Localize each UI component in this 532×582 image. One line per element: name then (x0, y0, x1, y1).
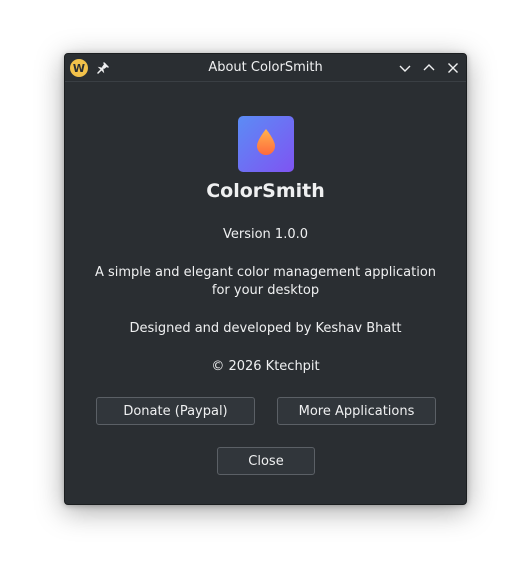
more-applications-button[interactable]: More Applications (277, 397, 436, 425)
copyright-text: © 2026 Ktechpit (211, 359, 320, 374)
version-label: Version 1.0.0 (222, 227, 308, 242)
about-dialog: W About ColorSmith ColorSmith Version 1.… (64, 53, 467, 505)
close-icon[interactable] (445, 60, 461, 76)
app-name: ColorSmith (206, 180, 325, 202)
maximize-icon[interactable] (421, 60, 437, 76)
donate-button[interactable]: Donate (Paypal) (96, 397, 255, 425)
minimize-icon[interactable] (397, 60, 413, 76)
description-text: A simple and elegant color management ap… (94, 265, 437, 298)
droplet-icon (255, 128, 277, 160)
title-bar[interactable]: W About ColorSmith (65, 54, 466, 82)
close-button[interactable]: Close (217, 447, 315, 475)
credits-text: Designed and developed by Keshav Bhatt (129, 321, 402, 336)
app-logo (238, 116, 294, 172)
